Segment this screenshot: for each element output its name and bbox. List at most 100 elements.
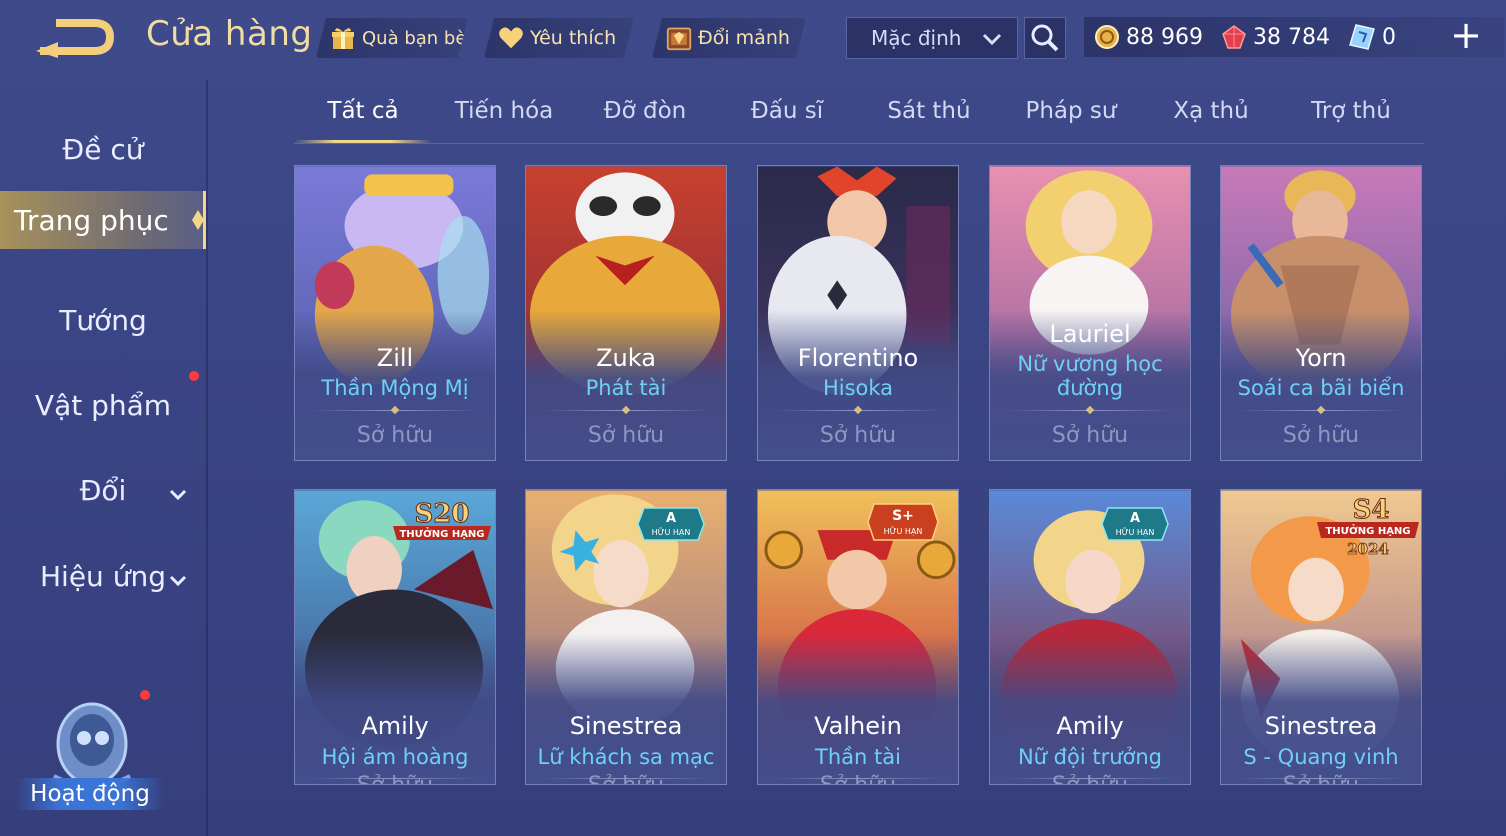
category-tabs: Tất cả Tiến hóa Đỡ đòn Đấu sĩ Sát thủ Ph…: [294, 92, 1424, 144]
chevron-down-icon: [168, 565, 188, 598]
hero-name: Florentino: [797, 344, 919, 372]
sidebar-item-label: Trang phục: [14, 203, 169, 237]
skin-name: Soái ca bãi biển: [1237, 376, 1405, 400]
sidebar-item-skins[interactable]: Trang phục: [0, 191, 206, 249]
activity-label: Hoạt động: [16, 778, 164, 810]
badge-title: S+: [892, 508, 914, 524]
hero-name: Sinestrea: [569, 712, 683, 740]
sort-dropdown[interactable]: Mặc định: [846, 17, 1018, 59]
badge-subtitle: HỮU HẠN: [884, 525, 923, 537]
sidebar-item-items[interactable]: Vật phẩm: [0, 376, 206, 434]
friend-gift-button[interactable]: Quà bạn bè: [316, 18, 468, 58]
voucher-currency: 0: [1348, 23, 1396, 51]
hero-name: Zuka: [596, 344, 656, 372]
heart-icon: [498, 25, 524, 51]
owned-label: Sở hữu: [295, 773, 495, 784]
tab-all[interactable]: Tất cả: [294, 98, 432, 138]
tab-tank[interactable]: Đỡ đòn: [584, 98, 706, 138]
friend-gift-label: Quà bạn bè: [362, 27, 467, 49]
tab-mage[interactable]: Pháp sư: [1010, 98, 1132, 138]
tab-fighter[interactable]: Đấu sĩ: [726, 98, 848, 138]
badge-subtitle: HỮU HẠN: [1116, 526, 1155, 538]
currency-bar: 88 969 38 784 0: [1084, 17, 1504, 57]
sidebar-item-label: Hiệu ứng: [40, 559, 166, 593]
skin-card[interactable]: S4 THƯỞNG HẠNG 2024 Sinestrea S - Quang …: [1220, 489, 1422, 785]
sidebar-item-label: Tướng: [59, 303, 147, 337]
badge-title: S4: [1353, 495, 1390, 525]
skin-card[interactable]: S20 THƯỞNG HẠNG Amily Hội ám hoàng Sở hữ…: [294, 489, 496, 785]
hero-name: Sinestrea: [1264, 712, 1378, 740]
chevron-down-icon: [168, 479, 188, 512]
skin-name-line1: Nữ vương học: [1017, 352, 1163, 376]
exchange-shards-button[interactable]: Đổi mảnh: [652, 18, 806, 58]
skin-name: Thần tài: [815, 745, 901, 769]
voucher-icon: [1349, 24, 1375, 50]
skin-name: Thần Mộng Mị: [321, 376, 469, 400]
limited-badge: A HỮU HẠN: [637, 507, 705, 541]
ruby-currency: 38 784: [1221, 24, 1330, 50]
hero-name: Lauriel: [1049, 320, 1131, 348]
owned-label: Sở hữu: [1282, 423, 1360, 448]
chevron-down-icon: [981, 28, 1003, 55]
sidebar-item-label: Đổi: [79, 473, 127, 507]
skin-card[interactable]: A HỮU HẠN Amily Nữ đội trưởng Sở hữu: [989, 489, 1191, 785]
owned-label: Sở hữu: [587, 423, 665, 448]
skin-name: Lữ khách sa mạc: [537, 745, 715, 769]
skin-card[interactable]: Florentino Hisoka Sở hữu: [757, 165, 959, 461]
active-tab-indicator: [294, 140, 432, 143]
notification-dot: [189, 371, 199, 381]
sidebar-item-heroes[interactable]: Tướng: [0, 291, 206, 349]
add-currency-button[interactable]: +: [1450, 16, 1482, 54]
tab-marksman[interactable]: Xạ thủ: [1152, 98, 1270, 138]
tab-support[interactable]: Trợ thủ: [1290, 98, 1412, 138]
badge-subtitle: HỮU HẠN: [652, 526, 691, 538]
voucher-value: 0: [1381, 24, 1396, 50]
skin-card[interactable]: Lauriel Nữ vương học đường Sở hữu: [989, 165, 1191, 461]
badge-title: A: [1130, 511, 1140, 526]
ruby-icon: [1222, 25, 1246, 49]
notification-dot: [140, 690, 150, 700]
activity-button[interactable]: Hoạt động: [14, 690, 166, 816]
favorites-button[interactable]: Yêu thích: [484, 18, 634, 58]
favorites-label: Yêu thích: [530, 27, 617, 49]
badge-year: 2024: [1347, 540, 1389, 558]
rank-reward-badge: S20 THƯỞNG HẠNG: [393, 499, 491, 540]
sidebar-divider: [206, 80, 208, 836]
owned-label: Sở hữu: [1221, 773, 1421, 784]
hero-name: Amily: [1056, 712, 1124, 740]
owned-label: Sở hữu: [819, 423, 897, 448]
back-button[interactable]: [34, 18, 118, 58]
owned-label: Sở hữu: [758, 773, 958, 784]
badge-subtitle: THƯỞNG HẠNG: [1325, 523, 1410, 537]
tab-assassin[interactable]: Sát thủ: [868, 98, 990, 138]
shard-chest-icon: [666, 25, 692, 51]
rank-reward-badge: S4 THƯỞNG HẠNG 2024: [1317, 495, 1419, 558]
sidebar-item-label: Vật phẩm: [34, 388, 172, 422]
limited-badge: A HỮU HẠN: [1101, 507, 1169, 541]
sidebar-item-recommended[interactable]: Đề cử: [0, 120, 206, 178]
hero-name: Yorn: [1295, 344, 1347, 372]
skin-name: Hisoka: [822, 376, 894, 400]
sidebar-item-exchange[interactable]: Đổi: [0, 461, 206, 519]
skin-card[interactable]: Zuka Phát tài Sở hữu: [525, 165, 727, 461]
badge-title: S20: [415, 499, 470, 529]
owned-label: Sở hữu: [526, 773, 726, 784]
back-arrow-icon: [36, 19, 115, 58]
skin-card[interactable]: A HỮU HẠN Sinestrea Lữ khách sa mạc Sở h…: [525, 489, 727, 785]
gold-value: 88 969: [1126, 24, 1203, 50]
sidebar-item-effects[interactable]: Hiệu ứng: [0, 547, 206, 605]
ruby-value: 38 784: [1252, 24, 1330, 50]
page-title: Cửa hàng: [146, 14, 313, 54]
skin-card[interactable]: Yorn Soái ca bãi biển Sở hữu: [1220, 165, 1422, 461]
gold-currency: 88 969: [1094, 24, 1203, 50]
sort-value: Mặc định: [871, 26, 962, 50]
skin-name: Hội ám hoàng: [321, 745, 469, 769]
skin-name: Nữ đội trưởng: [1017, 745, 1163, 769]
search-button[interactable]: [1024, 17, 1066, 59]
skin-name: S - Quang vinh: [1243, 745, 1399, 769]
tab-evolution[interactable]: Tiến hóa: [442, 98, 566, 138]
gold-coin-icon: [1095, 25, 1119, 49]
skin-card[interactable]: S+ HỮU HẠN Valhein Thần tài Sở hữu: [757, 489, 959, 785]
hero-name: Valhein: [814, 712, 902, 740]
skin-card[interactable]: Zill Thần Mộng Mị Sở hữu: [294, 165, 496, 461]
